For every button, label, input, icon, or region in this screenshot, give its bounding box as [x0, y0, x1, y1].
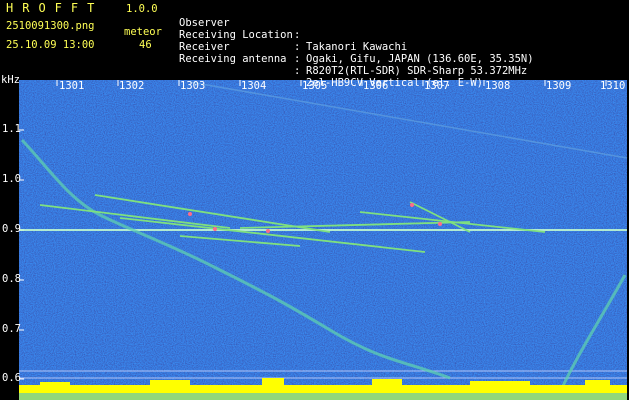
info-colon: :: [294, 29, 301, 41]
info-key: Receiving Location: [179, 29, 293, 41]
datetime: 25.10.09 13:00: [6, 39, 95, 51]
x-tick-label: 1303: [180, 80, 206, 92]
x-tick-label: 1307: [424, 80, 450, 92]
y-tick-label: 1.1: [2, 123, 21, 135]
y-tick-label: 0.6: [2, 372, 21, 384]
y-tick-label: 0.9: [2, 223, 21, 235]
app-version: 1.0.0: [126, 3, 158, 15]
x-tick-label: 1301: [59, 80, 85, 92]
info-value: 2el-HB9CV Vertical (el. E-W): [306, 77, 484, 89]
y-tick-label: 1.0: [2, 173, 21, 185]
info-value: Takanori Kawachi: [306, 41, 408, 53]
x-tick-label: 1309: [546, 80, 572, 92]
info-key: Receiving antenna: [179, 53, 287, 65]
x-tick-label: 1306: [363, 80, 389, 92]
app-title: HROFFT: [6, 1, 104, 15]
meteor-label: meteor: [124, 26, 162, 38]
x-tick-label: 1308: [485, 80, 511, 92]
bottom-cyan-strip: [19, 393, 627, 400]
y-axis-unit: kHz: [1, 74, 20, 86]
info-value: R820T2(RTL-SDR) SDR-Sharp 53.372MHz: [306, 65, 528, 77]
x-tick-label: 1304: [241, 80, 267, 92]
x-tick-label: 1310: [600, 80, 626, 92]
spectrogram-noise: [19, 80, 627, 398]
info-value: Ogaki, Gifu, JAPAN (136.60E, 35.35N): [306, 53, 534, 65]
info-colon: :: [294, 53, 301, 65]
meteor-count: 46: [139, 39, 152, 51]
info-colon: :: [294, 41, 301, 53]
file-name: 2510091300.png: [6, 20, 95, 32]
y-tick-label: 0.7: [2, 323, 21, 335]
y-tick-label: 0.8: [2, 273, 21, 285]
x-tick-label: 1305: [302, 80, 328, 92]
info-colon: :: [294, 65, 301, 77]
x-tick-label: 1302: [119, 80, 145, 92]
